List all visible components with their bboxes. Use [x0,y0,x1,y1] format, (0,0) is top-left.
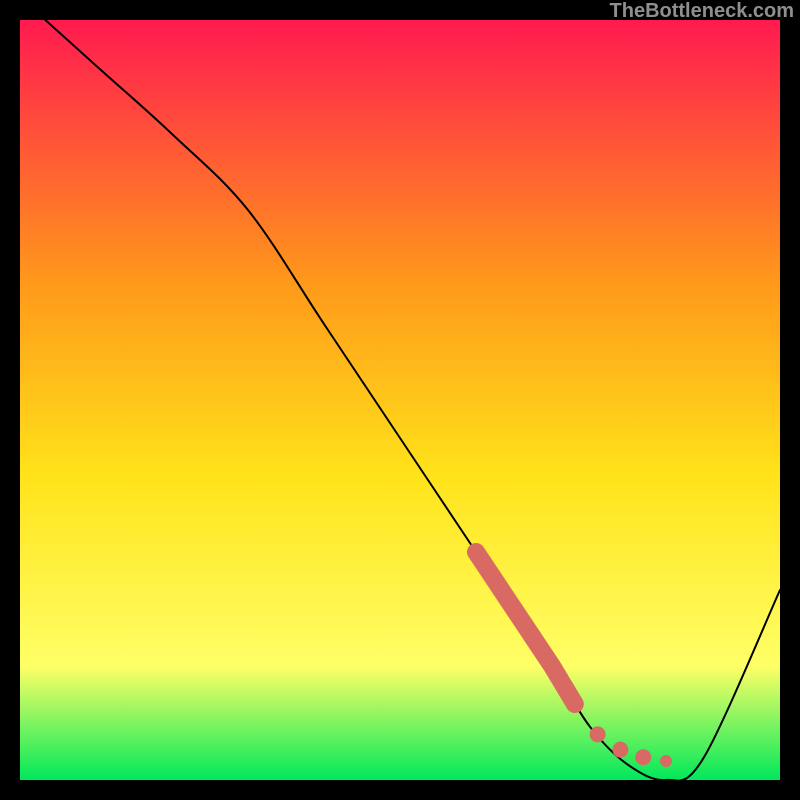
optimal-range-dot [635,749,651,765]
optimal-range-marker [476,552,672,767]
chart-area [20,20,780,780]
chart-overlay [20,20,780,780]
optimal-range-dot [660,755,672,767]
bottleneck-curve [20,0,780,781]
optimal-range-line [476,552,575,704]
optimal-range-dot [590,726,606,742]
optimal-range-dot [612,742,628,758]
watermark-text: TheBottleneck.com [610,0,794,23]
